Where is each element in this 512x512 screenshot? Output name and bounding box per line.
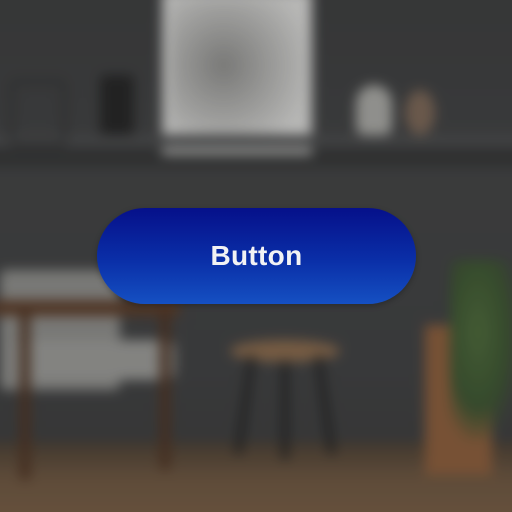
primary-button[interactable]: Button <box>97 208 416 304</box>
